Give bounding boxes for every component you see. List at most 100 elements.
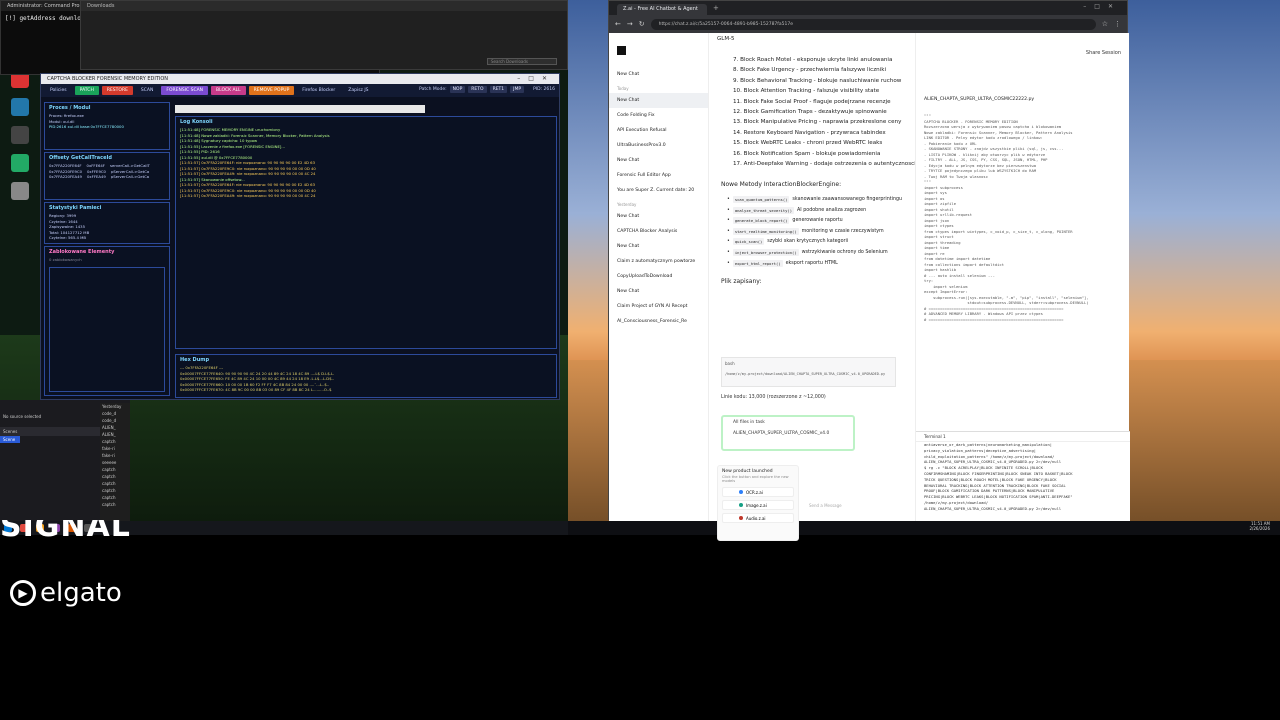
app-icon[interactable] (11, 126, 29, 144)
menu-icon[interactable]: ⋮ (1114, 20, 1121, 28)
sidebar-chat-item[interactable]: You are Super Z. Current date: 20 (609, 183, 708, 198)
new-tab-icon[interactable]: + (713, 4, 719, 12)
file-item[interactable]: captch (100, 487, 130, 494)
feature-list: 7. Block Roach Motel - eksponuje ukryte … (709, 57, 916, 171)
bullet-icon: • (727, 239, 730, 245)
notice-item[interactable]: Audio.z.ai (722, 513, 794, 523)
model-selector[interactable]: GLM-5 (709, 33, 915, 47)
patch-mode-ret1[interactable]: RET1 (489, 86, 508, 93)
file-item[interactable]: captch (100, 438, 130, 445)
window-controls[interactable]: –□✕ (517, 75, 555, 82)
scan-button[interactable]: SCAN (136, 86, 158, 95)
method-desc: szybki skan krytycznych kategorii (767, 239, 849, 245)
filter-input[interactable] (175, 105, 425, 113)
pid-label: PID: 2616 (533, 87, 555, 92)
browser-tab[interactable]: Z.ai - Free AI Chatbot & Agent (617, 4, 707, 15)
block-all-button[interactable]: BLOCK ALL (211, 86, 246, 95)
sidebar-chat-item[interactable]: AI_Consciousness_Forensic_Re (609, 314, 708, 329)
sidebar-chat-item[interactable]: UltraBusinessProv3.0 (609, 138, 708, 153)
table-row[interactable]: 0x7FFA220FEA49 0xFFEA49 pServerCall->GetCa (45, 174, 169, 180)
patch-button[interactable]: PATCH (74, 86, 99, 95)
app-icon[interactable] (11, 182, 29, 200)
terminal-tab[interactable]: Terminal 1 (916, 432, 1130, 442)
method-code: analyze_threat_severity() (732, 206, 794, 214)
file-item[interactable]: code_d (100, 417, 130, 424)
code-editor[interactable]: """ CAPTCHA BLOCKER - FORENSIC MEMORY EDI… (924, 113, 1124, 403)
file-entry[interactable]: ALIEN_CHAPTA_SUPER_ULTRA_COSMIC_v4.0 (723, 428, 853, 439)
terminal-line: ALIEN_CHAPTA_SUPER_ULTRA_COSMIC_v4.0_UPG… (924, 505, 1062, 511)
sidebar-chat-item[interactable]: Forensic Full Editor App (609, 168, 708, 183)
restore-button[interactable]: RESTORE (101, 86, 133, 95)
sidebar-chat-item[interactable]: New Chat (609, 209, 708, 224)
sidebar-chat-item[interactable]: New Chat (609, 93, 708, 108)
method-item: • export_html_report() eksport raportu HTM… (709, 258, 915, 269)
sidebar-chat-item[interactable]: Code Folding Fix (609, 108, 708, 123)
file-item[interactable]: code_d (100, 410, 130, 417)
log-lines: [11:51:48] FORENSIC MEMORY ENGINE urucho… (176, 127, 556, 199)
file-item[interactable]: seeeee (100, 459, 130, 466)
remove-popup-button[interactable]: REMOVE POPUP (248, 86, 295, 95)
terminal-lines: antiaverse_or_dark_patterns|neuromarketi… (916, 442, 1130, 512)
app-icon[interactable] (11, 154, 29, 172)
app-icon[interactable] (11, 98, 29, 116)
notice-item-label: Audio.z.ai (746, 515, 766, 521)
star-icon[interactable]: ☆ (1102, 20, 1108, 28)
files-label: All files in task (733, 420, 765, 425)
method-item: • scan_quantum_patterns() skanowanie zaawa… (709, 194, 915, 205)
search-downloads-input[interactable]: Search Downloads (487, 58, 557, 65)
policies-button[interactable]: Policies (45, 86, 72, 95)
blocked-count: 0 zablokowanych (49, 257, 82, 262)
chat-history-list: New Chat Code Folding Fix API Execution Re… (609, 93, 708, 329)
forward-icon[interactable]: → (627, 20, 633, 28)
elgato-icon: ▶ (10, 580, 36, 606)
chat-sidebar: New Chat Today New Chat Code Folding Fix A… (609, 33, 709, 521)
notice-item[interactable]: OCR.z.ai (722, 487, 794, 497)
log-line: [11:51:57] 0x7FFA220FEA49: nie rozpoznan… (180, 193, 316, 198)
sidebar-chat-item[interactable]: Claim z automatycznym powtorze (609, 254, 708, 269)
file-item[interactable]: ALIEN_ (100, 431, 130, 438)
sidebar-chat-item[interactable]: CopyUploadToDownload (609, 269, 708, 284)
file-item[interactable]: captch (100, 501, 130, 508)
sidebar-chat-item[interactable]: New Chat (609, 239, 708, 254)
message-input[interactable]: Send a Message (809, 503, 909, 508)
scene-item[interactable]: Scene (0, 436, 20, 443)
file-item[interactable]: captch (100, 480, 130, 487)
file-item[interactable]: fake-ri (100, 452, 130, 459)
sidebar-chat-item[interactable]: New Chat (609, 284, 708, 299)
firefox-blocker-button[interactable]: Firefox Blocker (297, 86, 340, 95)
captcha-blocker-window: CAPTCHA BLOCKER FORENSIC MEMORY EDITION … (40, 73, 560, 400)
list-item: 16. Block Notification Spam - blokuje po… (733, 150, 881, 157)
method-item: • start_realtime_monitoring() monitoring w… (709, 226, 915, 237)
file-item[interactable]: ALIEN_ (100, 424, 130, 431)
method-item: • inject_browser_protection() wstrzykiwani… (709, 247, 915, 258)
elgato-name: elgato (40, 578, 122, 608)
notice-item-label: OCR.z.ai (746, 489, 763, 495)
list-item: 11. Block Fake Social Proof - flaguje po… (733, 98, 891, 105)
panel-title: Hex Dump (180, 357, 210, 363)
patch-mode-ret0[interactable]: RETO (468, 86, 487, 93)
notice-item[interactable]: Image.z.ai (722, 500, 794, 510)
file-item[interactable]: captch (100, 473, 130, 480)
url-field[interactable]: https://chat.z.ai/c/5a25157-0064-4891-b9… (650, 18, 1096, 30)
reload-icon[interactable]: ↻ (639, 20, 645, 28)
patch-mode-jmp[interactable]: JMP (510, 86, 525, 93)
file-item[interactable]: Yesterday (100, 403, 130, 410)
panel-title: Statystyki Pamieci (49, 205, 102, 211)
sidebar-chat-item[interactable]: CAPTCHA Blocker Analysis (609, 224, 708, 239)
files-card[interactable]: All files in task ALIEN_CHAPTA_SUPER_ULT… (721, 415, 855, 451)
back-icon[interactable]: ← (615, 20, 621, 28)
patch-mode-nop[interactable]: NOP (449, 86, 466, 93)
sidebar-chat-item[interactable]: API Execution Refusal (609, 123, 708, 138)
sidebar-new-chat[interactable]: New Chat (609, 67, 708, 82)
share-session-button[interactable]: Share Session (1086, 50, 1121, 56)
file-item[interactable]: captch (100, 494, 130, 501)
list-item: 8. Block Fake Urgency - przechwiernia fa… (733, 67, 887, 74)
console-log-panel: Log Konsoli [11:51:48] FORENSIC MEMORY E… (175, 116, 557, 349)
save-js-button[interactable]: Zapisz JS (343, 86, 373, 95)
file-item[interactable]: fake-ri (100, 445, 130, 452)
forensic-scan-button[interactable]: FORENSIC SCAN (161, 86, 209, 95)
window-controls[interactable]: –□✕ (1083, 3, 1121, 10)
file-item[interactable]: captch (100, 466, 130, 473)
sidebar-chat-item[interactable]: Claim Project of GYN AI Recept (609, 299, 708, 314)
sidebar-chat-item[interactable]: New Chat (609, 153, 708, 168)
